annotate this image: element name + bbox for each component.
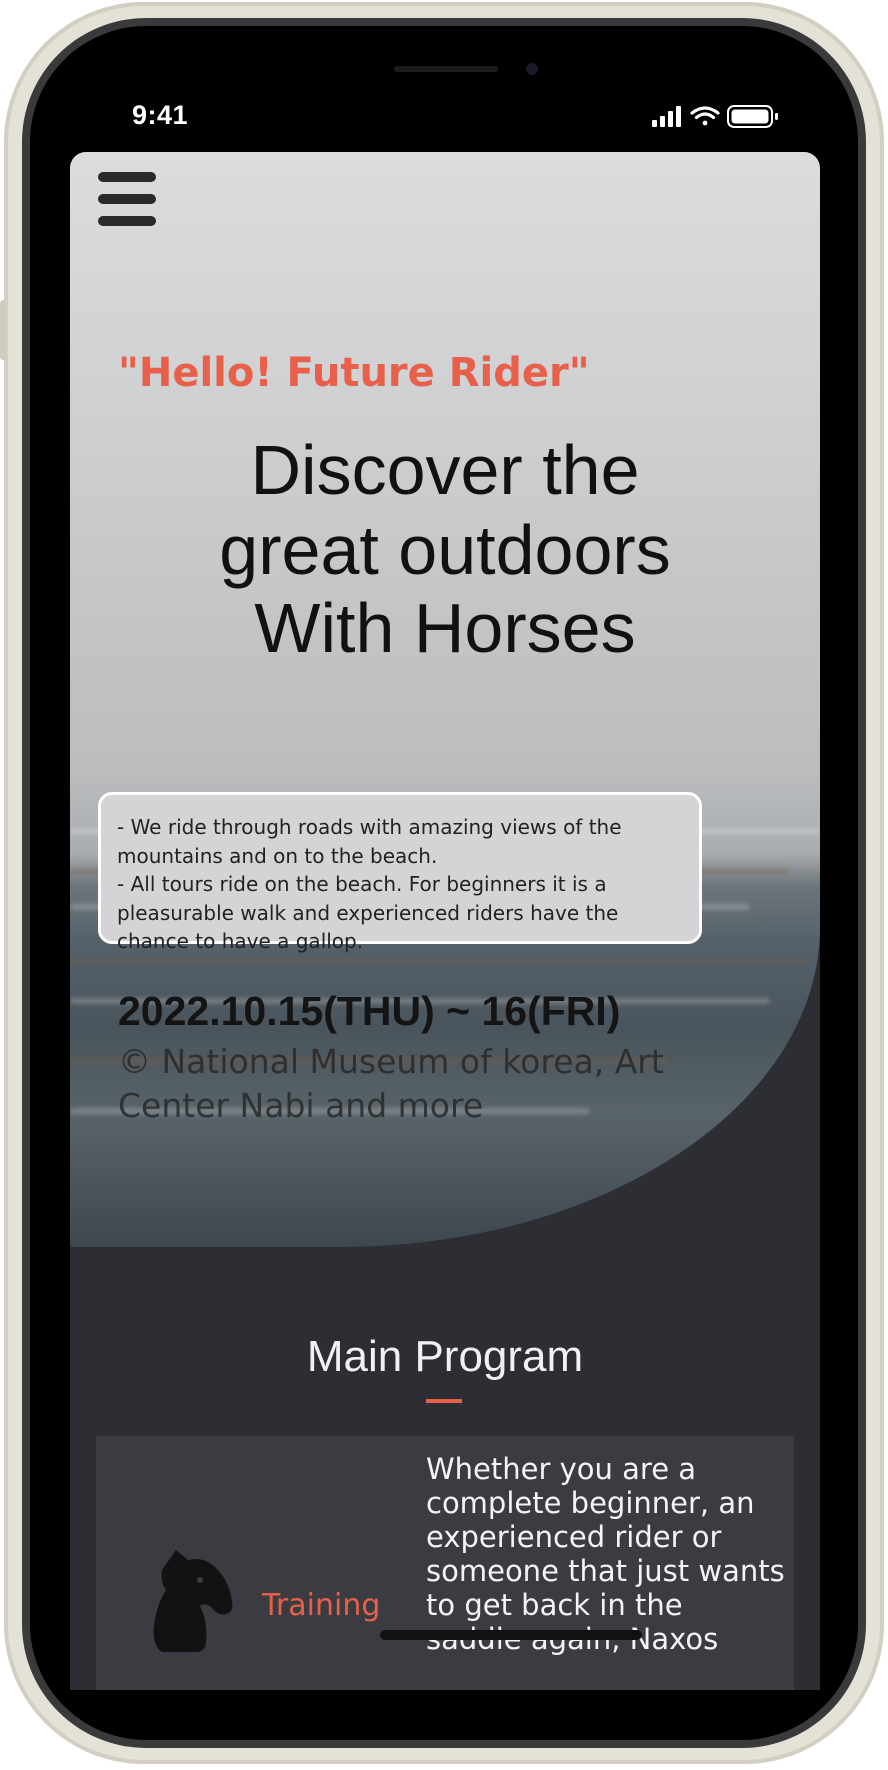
info-line-1: - We ride through roads with amazing vie…: [117, 815, 622, 868]
program-description: Whether you are a complete beginner, an …: [426, 1452, 785, 1656]
section-title-main-program: Main Program: [306, 1332, 584, 1381]
phone-side-button: [0, 300, 6, 360]
event-date: 2022.10.15(THU) ~ 16(FRI): [118, 988, 621, 1034]
headline-line-1: Discover the: [250, 431, 640, 509]
speaker-grille: [394, 66, 498, 72]
wifi-icon: [690, 106, 720, 126]
program-card-training[interactable]: Training Whether you are a complete begi…: [96, 1436, 794, 1690]
info-line-2: - All tours ride on the beach. For begin…: [117, 872, 619, 953]
headline-line-3: With Horses: [254, 589, 636, 667]
horse-head-icon: [153, 1550, 233, 1652]
sea-wave: [70, 958, 810, 964]
front-camera: [526, 63, 538, 75]
program-label[interactable]: Training: [262, 1588, 380, 1623]
app-screen: "Hello! Future Rider" Discover the great…: [70, 152, 820, 1690]
battery-icon: [727, 105, 778, 128]
title-underline: [426, 1399, 462, 1403]
home-indicator[interactable]: [380, 1630, 642, 1640]
info-box: - We ride through roads with amazing vie…: [98, 792, 702, 953]
signal-icon: [652, 106, 681, 127]
status-icons: [652, 105, 778, 128]
status-time: 9:41: [132, 100, 189, 130]
image-credit: © National Museum of korea, Art Center N…: [118, 1042, 664, 1125]
headline-line-2: great outdoors: [219, 511, 671, 589]
hamburger-menu-icon[interactable]: [98, 172, 156, 228]
greeting-text: "Hello! Future Rider": [118, 350, 590, 396]
